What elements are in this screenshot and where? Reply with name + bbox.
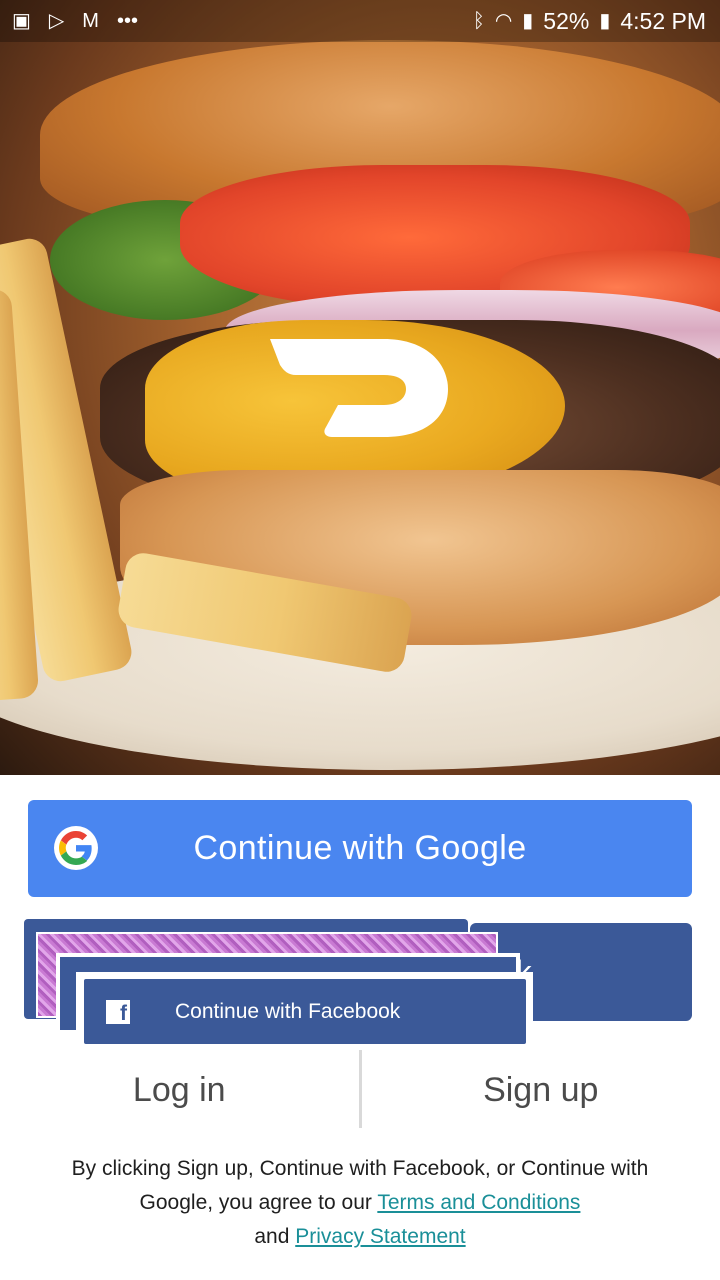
facebook-button-label: Continue with Facebook — [175, 999, 401, 1023]
signup-button[interactable]: Sign up — [362, 1050, 720, 1130]
login-button[interactable]: Log in — [0, 1050, 359, 1130]
hero-food-image — [0, 0, 720, 775]
clock: 4:52 PM — [620, 7, 706, 34]
google-button-label: Continue with Google — [193, 829, 527, 867]
auth-options: Log in Sign up — [0, 1050, 720, 1130]
gmail-icon: M — [82, 10, 99, 32]
wifi-icon: ◠ — [494, 10, 513, 32]
google-icon — [54, 826, 98, 870]
privacy-link[interactable]: Privacy Statement — [295, 1225, 465, 1248]
status-bar: ▣ ▷ M ••• ᛒ ◠ ▮ 52% ▮ 4:52 PM — [0, 0, 720, 42]
battery-percent: 52% — [543, 7, 590, 34]
image-icon: ▣ — [12, 10, 31, 32]
continue-with-google-button[interactable]: Continue with Google — [28, 800, 692, 897]
facebook-icon: f — [106, 999, 130, 1024]
terms-link[interactable]: Terms and Conditions — [377, 1191, 580, 1214]
bluetooth-icon: ᛒ — [472, 10, 485, 32]
play-store-icon: ▷ — [48, 10, 65, 32]
legal-middle: and — [254, 1225, 296, 1248]
more-icon: ••• — [116, 10, 138, 32]
doordash-logo-icon — [270, 339, 448, 437]
continue-with-facebook-button[interactable]: f Continue with Facebook — [84, 979, 526, 1044]
signal-icon: ▮ — [522, 10, 534, 32]
battery-icon: ▮ — [599, 10, 611, 32]
legal-disclaimer: By clicking Sign up, Continue with Faceb… — [40, 1152, 680, 1254]
